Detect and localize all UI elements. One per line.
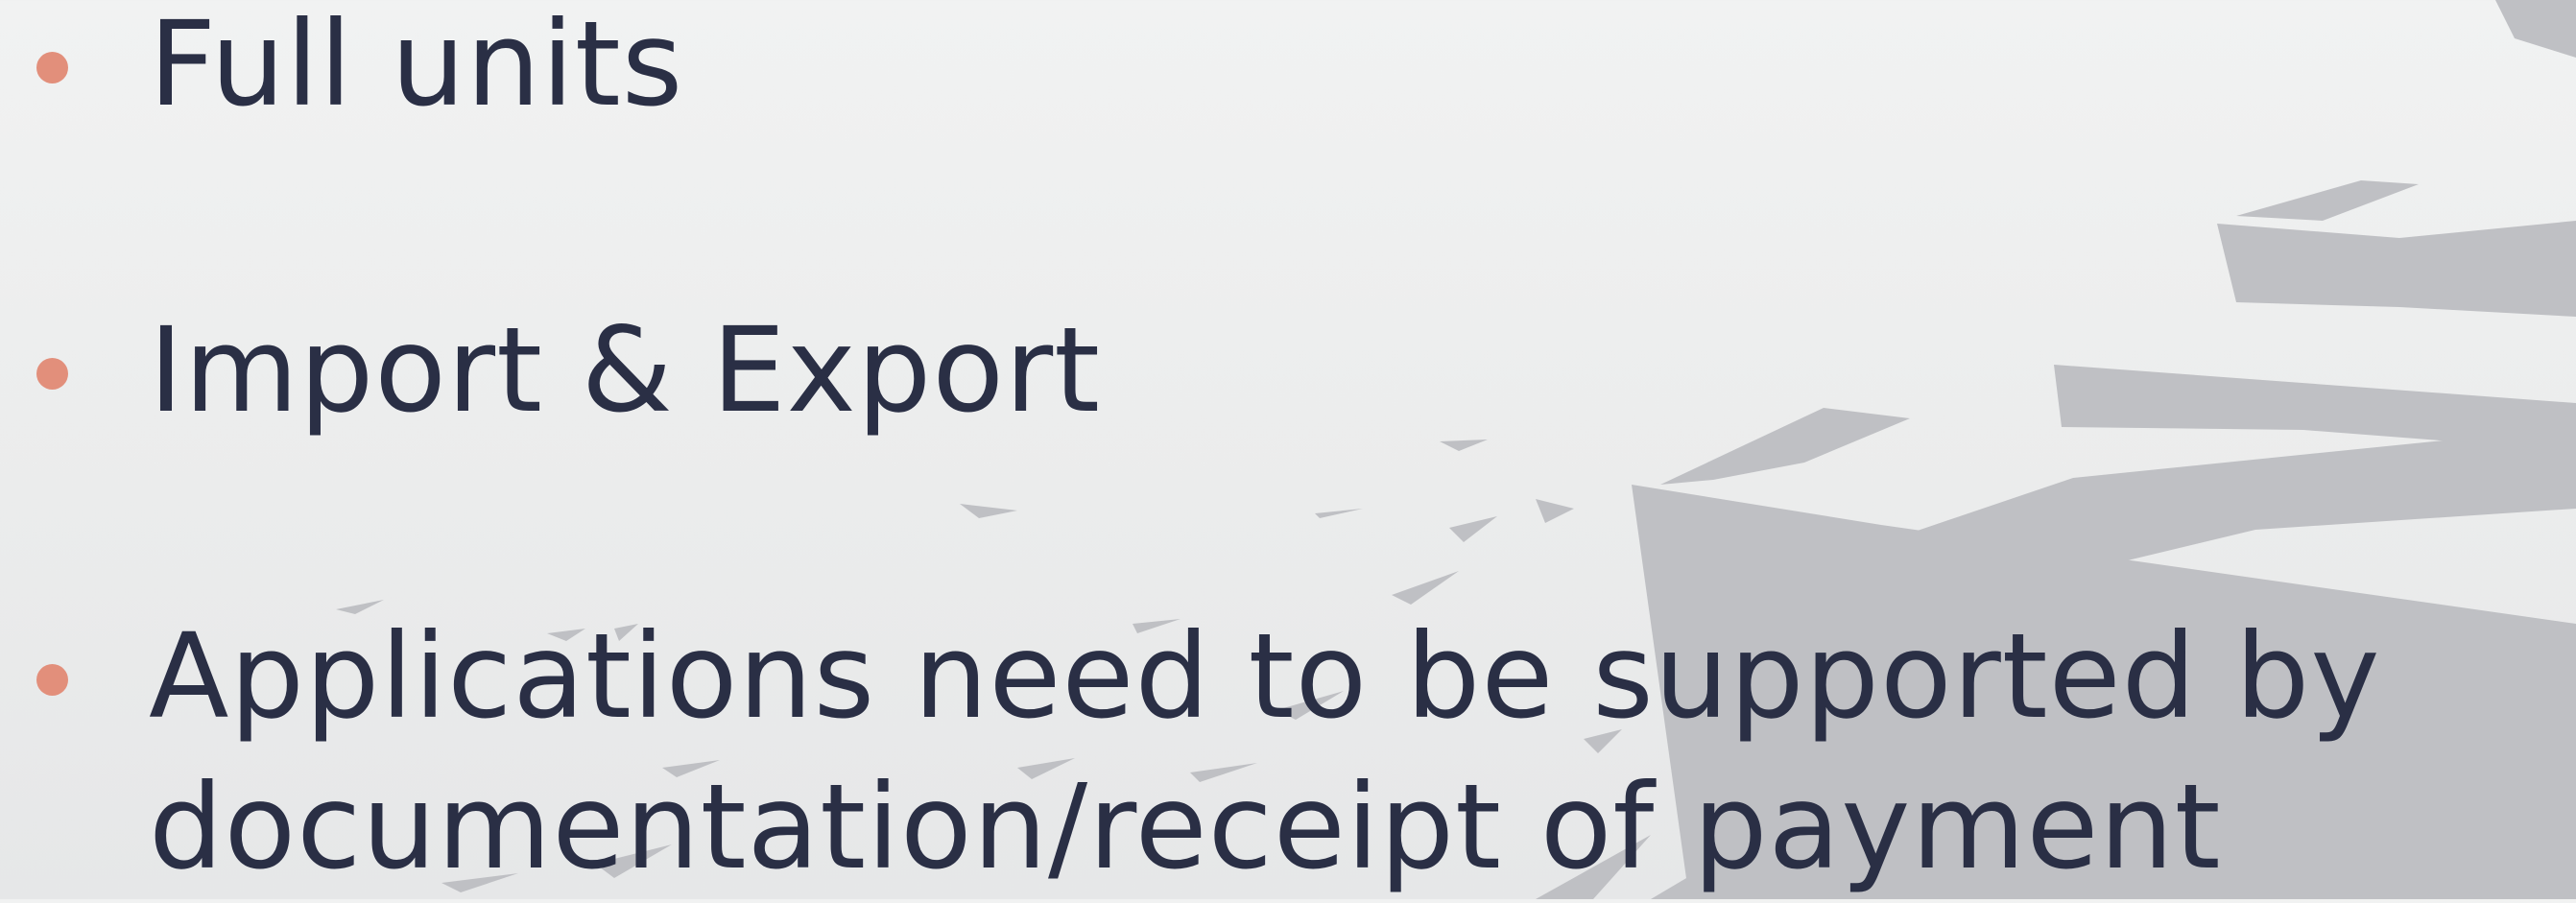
bullet-text-line: Applications need to be supported by [149,608,2381,745]
bullet-dot-icon [36,664,68,696]
bullet-dot-icon [36,52,68,83]
bullet-list: Full units Import & Export Applications … [0,0,2576,899]
bullet-dot-icon [36,358,68,390]
bullet-text-line: documentation/receipt of payment [149,759,2222,895]
bullet-text: Full units [149,0,684,132]
bullet-text: Import & Export [149,302,1101,439]
